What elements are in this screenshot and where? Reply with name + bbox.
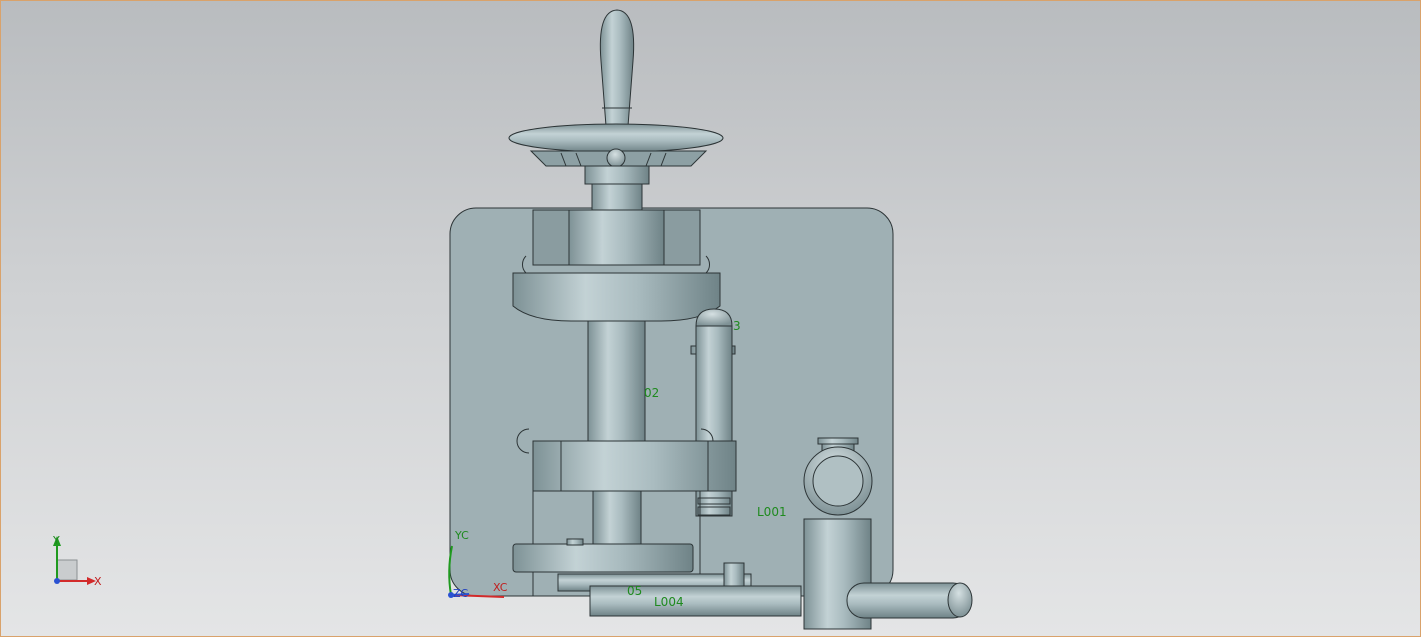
upper-block[interactable]: [512, 209, 721, 322]
view-y-label: Y: [52, 534, 60, 547]
wcs-x-label: XC: [493, 581, 508, 594]
graphics-viewport[interactable]: 02 3 L001 L004 05 YC XC ZC Y X: [0, 0, 1421, 637]
label-l004: L004: [654, 595, 684, 609]
label-l001: L001: [757, 505, 787, 519]
lower-column[interactable]: [592, 490, 642, 547]
view-x-label: X: [94, 575, 102, 588]
wcs-z-label: ZC: [453, 587, 469, 600]
handwheel[interactable]: [508, 9, 724, 211]
label-05: 05: [627, 584, 642, 598]
model-canvas[interactable]: 02 3 L001 L004 05 YC XC ZC Y X: [1, 1, 1420, 636]
label-02: 02: [644, 386, 659, 400]
wcs-y-label: YC: [454, 529, 469, 542]
view-triad-icon: Y X: [52, 534, 102, 588]
lower-disc[interactable]: [512, 538, 694, 573]
label-03: 3: [733, 319, 741, 333]
main-column[interactable]: [587, 320, 646, 442]
